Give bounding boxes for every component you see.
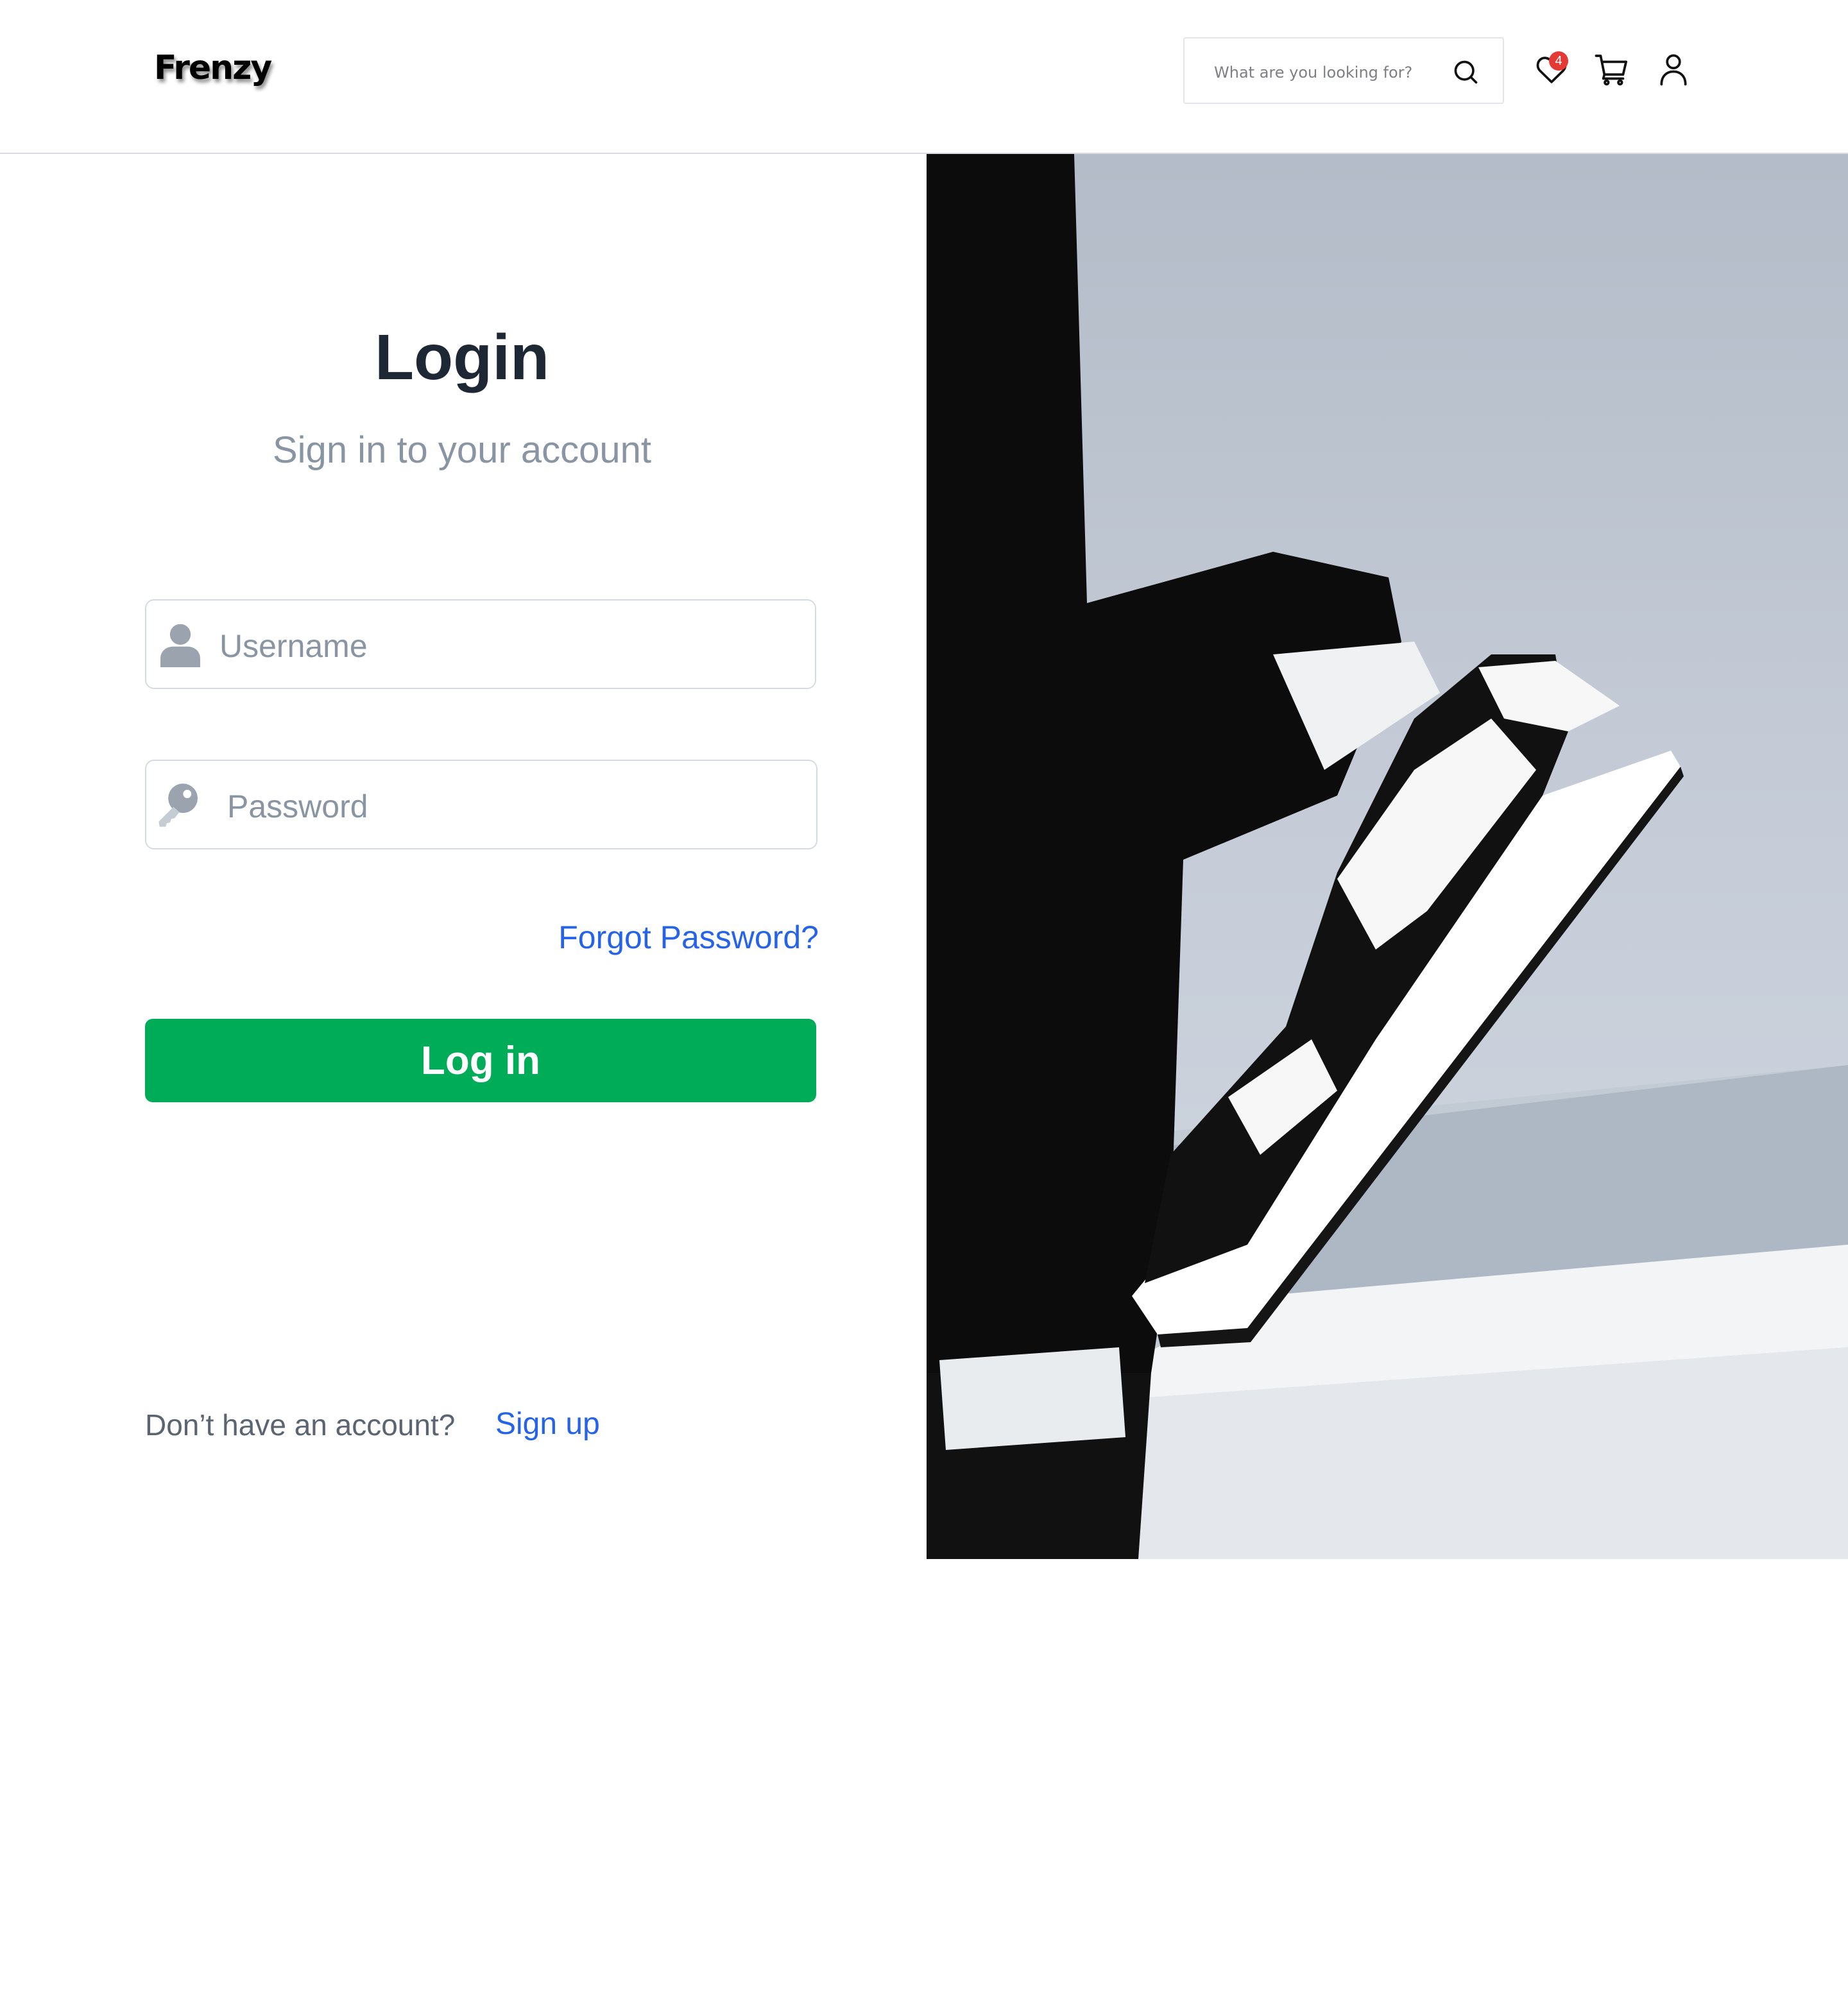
user-icon[interactable] xyxy=(1656,51,1691,87)
forgot-password-link[interactable]: Forgot Password? xyxy=(558,919,819,956)
cart-icon[interactable] xyxy=(1594,51,1630,87)
signup-link[interactable]: Sign up xyxy=(495,1406,600,1442)
search-bar[interactable] xyxy=(1183,37,1504,104)
search-icon[interactable] xyxy=(1451,58,1480,86)
password-input[interactable] xyxy=(226,780,755,833)
search-input[interactable] xyxy=(1213,54,1433,91)
site-header: Frenzy 4 xyxy=(0,0,1848,154)
hero-image-sneaker xyxy=(927,154,1848,1559)
page-title: Login xyxy=(374,321,550,393)
password-field[interactable] xyxy=(145,760,817,849)
wishlist-count-badge: 4 xyxy=(1549,51,1568,71)
login-button[interactable]: Log in xyxy=(145,1019,816,1102)
username-field[interactable] xyxy=(145,599,816,689)
page-subtitle: Sign in to your account xyxy=(272,429,652,471)
key-icon xyxy=(158,783,198,827)
no-account-text: Don’t have an account? xyxy=(145,1408,456,1442)
brand-logo[interactable]: Frenzy xyxy=(154,49,272,87)
user-icon xyxy=(160,624,200,667)
username-input[interactable] xyxy=(218,620,747,672)
